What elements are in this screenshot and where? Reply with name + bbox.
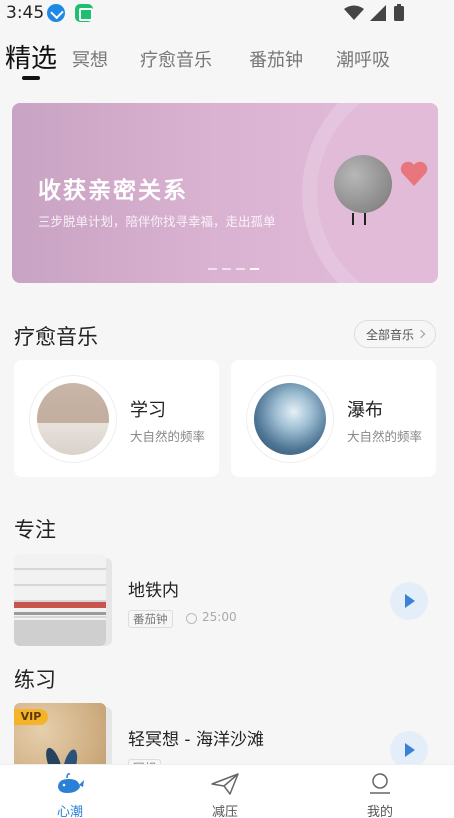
nav-label: 减压 — [211, 805, 238, 818]
signal-battery-icons — [344, 4, 404, 21]
bottom-nav: 心潮 减压 我的 — [0, 764, 454, 818]
music-card-title: 瀑布 — [347, 400, 383, 421]
list-item-subway[interactable]: 地铁内 番茄钟 25:00 — [14, 554, 440, 650]
nav-label: 我的 — [366, 805, 393, 818]
chevron-right-icon — [416, 329, 426, 339]
status-time: 3:45 — [6, 3, 45, 23]
stone-character-illustration — [334, 155, 392, 213]
music-card-title: 学习 — [130, 400, 166, 421]
nav-profile[interactable]: 我的 — [330, 765, 430, 818]
healing-music-title: 疗愈音乐 — [14, 325, 98, 349]
banner-subtitle: 三步脱单计划，陪伴你找寻幸福，走出孤单 — [38, 214, 276, 229]
profile-icon — [370, 773, 390, 794]
waterfall-cover-image — [254, 383, 326, 455]
all-music-button[interactable]: 全部音乐 — [354, 320, 436, 348]
heart-illustration — [400, 161, 428, 186]
active-tab-indicator — [22, 76, 40, 80]
study-cover-image — [37, 383, 109, 455]
focus-title: 专注 — [14, 518, 56, 542]
all-music-label: 全部音乐 — [365, 327, 414, 342]
promo-banner[interactable]: 收获亲密关系 三步脱单计划，陪伴你找寻幸福，走出孤单 — [12, 103, 438, 283]
tab-pomodoro[interactable]: 番茄钟 — [249, 46, 303, 72]
paper-plane-icon — [211, 773, 239, 795]
status-bar: 3:45 — [0, 0, 454, 28]
nav-xinchao[interactable]: 心潮 — [20, 765, 120, 818]
cellular-signal-icon — [370, 5, 386, 21]
practice-title: 练习 — [14, 668, 56, 692]
vip-badge: VIP — [14, 709, 48, 725]
whale-icon — [58, 773, 84, 793]
play-button[interactable] — [390, 582, 428, 620]
music-card-desc: 大自然的频率 — [347, 429, 423, 444]
app-notification-icon — [75, 4, 93, 22]
tab-healing-music[interactable]: 疗愈音乐 — [140, 46, 212, 72]
tab-breathing[interactable]: 潮呼吸 — [336, 46, 390, 72]
duration-label: 25:00 — [202, 610, 237, 624]
battery-icon — [394, 6, 404, 21]
list-item-title: 地铁内 — [128, 581, 179, 601]
list-item-title: 轻冥想 - 海洋沙滩 — [128, 730, 264, 750]
tab-meditation[interactable]: 冥想 — [72, 46, 108, 72]
music-card-waterfall[interactable]: 瀑布 大自然的频率 — [231, 360, 436, 477]
banner-title: 收获亲密关系 — [38, 178, 188, 204]
nav-decompress[interactable]: 减压 — [175, 765, 275, 818]
clock-icon — [186, 613, 197, 624]
carousel-indicator — [208, 268, 268, 272]
category-tag: 番茄钟 — [128, 610, 173, 628]
tab-featured[interactable]: 精选 — [5, 38, 57, 75]
music-card-desc: 大自然的频率 — [130, 429, 206, 444]
wifi-icon — [344, 5, 364, 20]
top-tabs: 精选 冥想 疗愈音乐 番茄钟 潮呼吸 — [0, 36, 454, 84]
subway-cover-image — [14, 554, 106, 646]
download-icon — [47, 4, 65, 22]
nav-label: 心潮 — [56, 805, 83, 818]
music-card-study[interactable]: 学习 大自然的频率 — [14, 360, 219, 477]
